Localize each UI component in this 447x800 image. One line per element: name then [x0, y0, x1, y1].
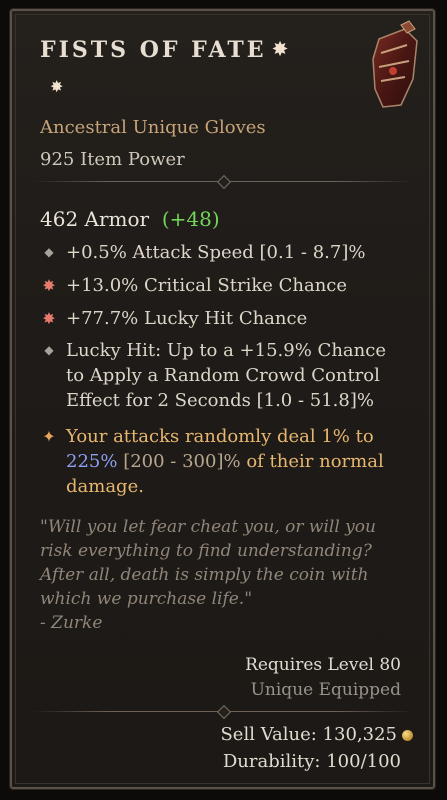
unique-star-icon: ✸: [272, 39, 291, 60]
greater-affix-star-icon: ✸: [42, 309, 56, 328]
required-level: Requires Level 80: [245, 655, 401, 675]
sell-value: Sell Value: 130,325: [220, 724, 397, 745]
item-name: FISTS OF FATE: [40, 37, 267, 63]
affix-text: Lucky Hit: Up to a +15.9% Chance to Appl…: [66, 340, 386, 411]
affix-text: +0.5% Attack Speed [0.1 - 8.7]%: [66, 242, 366, 263]
armor-bonus: (+48): [161, 207, 220, 231]
durability: Durability: 100/100: [222, 751, 401, 772]
affix-lucky-hit-chance: ✸ +77.7% Lucky Hit Chance: [40, 306, 405, 331]
greater-affix-star-icon: ✸: [42, 276, 56, 295]
affix-text: +13.0% Critical Strike Chance: [66, 275, 348, 296]
unique-power-range: [200 - 300]%: [123, 451, 241, 472]
affix-attack-speed: ◆ +0.5% Attack Speed [0.1 - 8.7]%: [40, 240, 405, 265]
armor-value: 462 Armor: [40, 207, 150, 231]
flavor-text-block: "Will you let fear cheat you, or will yo…: [40, 515, 410, 635]
diamond-icon: ◆: [44, 245, 54, 259]
affix-text: +77.7% Lucky Hit Chance: [66, 308, 308, 329]
armor-stat: 462 Armor (+48): [40, 207, 220, 231]
flavor-author: - Zurke: [40, 613, 103, 633]
item-type-label: Ancestral Unique Gloves: [40, 117, 266, 138]
unique-star-icon: ✦: [42, 427, 56, 446]
item-tooltip: FISTS OF FATE ✸ ✸ Ancestral Unique Gloves…: [9, 8, 436, 790]
unique-power: ✦ Your attacks randomly deal 1% to 225% …: [40, 424, 405, 499]
item-power-label: 925 Item Power: [40, 149, 185, 170]
gold-coin-icon: [402, 730, 413, 741]
gloves-item-icon: [372, 20, 418, 108]
unique-power-value: 225%: [66, 451, 118, 472]
section-divider: [32, 704, 413, 720]
item-name-title: FISTS OF FATE ✸: [40, 37, 291, 63]
section-divider: [32, 174, 413, 190]
flavor-quote: "Will you let fear cheat you, or will yo…: [40, 517, 376, 609]
diamond-icon: ◆: [44, 343, 54, 357]
equipped-status: Unique Equipped: [250, 680, 401, 700]
affix-crit-chance: ✸ +13.0% Critical Strike Chance: [40, 273, 405, 298]
unique-power-text: Your attacks randomly deal 1% to: [66, 426, 374, 447]
affix-lucky-hit-cc: ◆ Lucky Hit: Up to a +15.9% Chance to Ap…: [40, 338, 405, 413]
unique-star-icon: ✸: [50, 77, 64, 96]
